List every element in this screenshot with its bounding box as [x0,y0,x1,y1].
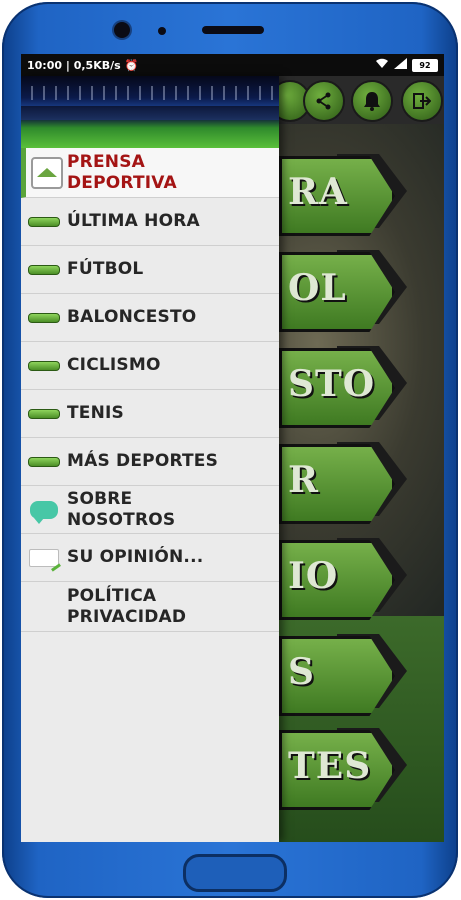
status-network-speed: 0,5KB/s [73,58,121,72]
phone-home-button[interactable] [183,854,287,892]
menu-item-mas-deportes[interactable]: MÁS DEPORTES [21,438,279,486]
menu-item-label: FÚTBOL [67,259,144,279]
menu-item-sobre-nosotros[interactable]: SOBRE NOSOTROS [21,486,279,534]
navigation-drawer: PRENSA DEPORTIVA ÚLTIMA HORA FÚTBOL BALO… [21,76,279,842]
menu-item-su-opinion[interactable]: SU OPINIÓN... [21,534,279,582]
pencil-icon [21,548,67,567]
status-separator: | [62,58,74,72]
exit-icon[interactable] [401,80,443,122]
menu-item-futbol[interactable]: FÚTBOL [21,246,279,294]
ball-icon [21,312,67,323]
menu-item-label: TENIS [67,403,125,423]
status-time: 10:00 [27,58,63,72]
ball-icon [21,264,67,275]
ball-icon [21,456,67,467]
phone-top-bezel [2,2,458,62]
status-right-icons: 92 [375,58,438,72]
menu-item-ultima-hora[interactable]: ÚLTIMA HORA [21,198,279,246]
screen: 10:00 | 0,5KB/s ⏰ 92 RA OL STO R IO S TE… [21,54,444,842]
home-icon [26,156,67,189]
proximity-sensor [158,27,166,35]
earpiece-speaker [202,26,264,34]
chat-icon [21,500,67,524]
menu-item-baloncesto[interactable]: BALONCESTO [21,294,279,342]
alarm-icon: ⏰ [124,58,139,72]
ball-icon [21,408,67,419]
menu-item-politica-privacidad[interactable]: POLÍTICA PRIVACIDAD [21,582,279,632]
menu-item-label: SU OPINIÓN... [67,547,204,567]
stadium-lights [21,86,279,100]
share-icon[interactable] [303,80,345,122]
menu-item-tenis[interactable]: TENIS [21,390,279,438]
front-camera [114,22,130,38]
menu-item-label: SOBRE NOSOTROS [67,488,176,530]
menu-item-label: POLÍTICA PRIVACIDAD [67,585,187,627]
stadium-stands [21,106,279,120]
wifi-icon [375,58,389,72]
menu-item-ciclismo[interactable]: CICLISMO [21,342,279,390]
menu-item-label: BALONCESTO [67,307,197,327]
menu-item-label: CICLISMO [67,355,161,375]
signal-icon [394,58,407,72]
menu-item-label: ÚLTIMA HORA [67,211,200,231]
ball-icon [21,216,67,227]
stadium-image [21,76,279,148]
menu-item-label: PRENSA DEPORTIVA [67,151,177,193]
menu-item-prensa-deportiva[interactable]: PRENSA DEPORTIVA [21,148,279,198]
phone-frame: 10:00 | 0,5KB/s ⏰ 92 RA OL STO R IO S TE… [2,2,458,898]
ball-icon [21,360,67,371]
battery-icon: 92 [412,58,438,72]
drawer-menu: PRENSA DEPORTIVA ÚLTIMA HORA FÚTBOL BALO… [21,148,279,632]
menu-item-label: MÁS DEPORTES [67,451,219,471]
bell-icon[interactable] [351,80,393,122]
status-bar: 10:00 | 0,5KB/s ⏰ 92 [21,54,444,76]
